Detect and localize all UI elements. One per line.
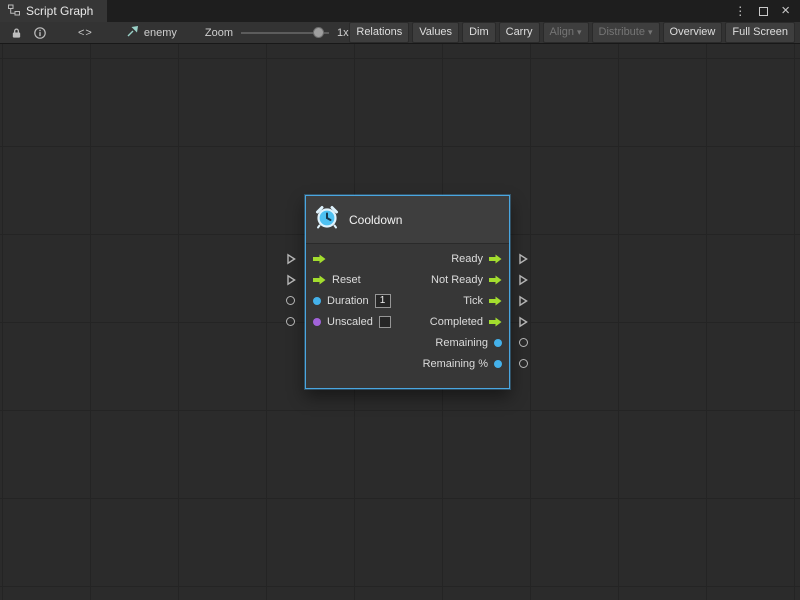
duration-input[interactable] bbox=[375, 294, 391, 308]
window-controls: ⋮ × bbox=[734, 4, 800, 18]
flow-arrow-icon bbox=[489, 254, 502, 264]
external-flow-input-marker[interactable] bbox=[286, 253, 296, 265]
flow-arrow-icon bbox=[489, 275, 502, 285]
value-port-icon bbox=[313, 318, 321, 326]
cooldown-node[interactable]: Cooldown Ready bbox=[305, 195, 510, 389]
full-screen-button[interactable]: Full Screen bbox=[725, 22, 795, 43]
zoom-control: Zoom 1x bbox=[205, 22, 349, 43]
value-port-icon bbox=[313, 297, 321, 305]
script-graph-window: Script Graph ⋮ × <> bbox=[0, 0, 800, 600]
overview-button[interactable]: Overview bbox=[663, 22, 723, 43]
external-flow-output-marker[interactable] bbox=[518, 316, 528, 328]
external-value-output-marker[interactable] bbox=[519, 338, 528, 347]
distribute-button: Distribute ▾ bbox=[592, 22, 660, 43]
node-title: Cooldown bbox=[349, 213, 402, 227]
node-port-row: Duration Tick bbox=[306, 290, 509, 311]
pointer-icon bbox=[127, 25, 139, 40]
flow-arrow-icon bbox=[489, 296, 502, 306]
external-flow-output-marker[interactable] bbox=[518, 274, 528, 286]
chevron-down-icon: ▾ bbox=[577, 26, 582, 39]
zoom-value: 1x bbox=[337, 27, 349, 39]
values-button[interactable]: Values bbox=[412, 22, 459, 43]
unscaled-checkbox[interactable] bbox=[379, 316, 391, 328]
value-port-icon bbox=[494, 339, 502, 347]
value-input-port[interactable]: Unscaled bbox=[313, 316, 391, 328]
chevron-down-icon: ▾ bbox=[648, 26, 653, 39]
value-output-port[interactable]: Remaining bbox=[435, 337, 502, 349]
node-port-row: Remaining bbox=[306, 332, 509, 353]
node-header[interactable]: Cooldown bbox=[306, 196, 509, 244]
flow-output-port[interactable]: Completed bbox=[430, 316, 502, 328]
value-port-icon bbox=[494, 360, 502, 368]
title-bar: Script Graph ⋮ × bbox=[0, 0, 800, 22]
flow-arrow-icon bbox=[313, 275, 326, 285]
flow-input-port[interactable]: Reset bbox=[313, 274, 361, 286]
external-flow-output-marker[interactable] bbox=[518, 295, 528, 307]
zoom-slider-knob[interactable] bbox=[313, 27, 324, 38]
flow-arrow-icon bbox=[489, 317, 502, 327]
tab-label: Script Graph bbox=[26, 4, 93, 18]
graph-canvas[interactable]: Cooldown Ready bbox=[0, 44, 800, 600]
node-port-row: Unscaled Completed bbox=[306, 311, 509, 332]
carry-button[interactable]: Carry bbox=[499, 22, 540, 43]
maximize-icon[interactable] bbox=[759, 7, 768, 16]
external-value-input-marker[interactable] bbox=[286, 317, 295, 326]
code-view-icon[interactable]: <> bbox=[78, 27, 93, 39]
tab-script-graph[interactable]: Script Graph bbox=[0, 0, 107, 22]
kebab-menu-icon[interactable]: ⋮ bbox=[734, 5, 746, 17]
flow-arrow-icon bbox=[313, 254, 326, 264]
node-port-row: Remaining % bbox=[306, 353, 509, 374]
close-icon[interactable]: × bbox=[781, 4, 790, 18]
external-value-input-marker[interactable] bbox=[286, 296, 295, 305]
zoom-slider[interactable] bbox=[241, 22, 329, 43]
node-port-row: Reset Not Ready bbox=[306, 269, 509, 290]
node-port-row: Ready bbox=[306, 248, 509, 269]
graph-toolbar: <> enemy Zoom 1x Relations Values Dim Ca… bbox=[0, 22, 800, 44]
flow-output-port[interactable]: Ready bbox=[451, 253, 502, 265]
lock-icon[interactable] bbox=[4, 22, 28, 43]
graph-target[interactable]: enemy bbox=[127, 25, 177, 40]
node-body: Ready bbox=[306, 244, 509, 388]
flow-output-port[interactable]: Not Ready bbox=[431, 274, 502, 286]
external-flow-input-marker[interactable] bbox=[286, 274, 296, 286]
dim-button[interactable]: Dim bbox=[462, 22, 496, 43]
value-output-port[interactable]: Remaining % bbox=[423, 358, 502, 370]
info-icon[interactable] bbox=[28, 22, 52, 43]
graph-target-label: enemy bbox=[144, 27, 177, 39]
align-button: Align ▾ bbox=[543, 22, 589, 43]
external-flow-output-marker[interactable] bbox=[518, 253, 528, 265]
value-input-port[interactable]: Duration bbox=[313, 294, 391, 308]
toolbar-buttons: Relations Values Dim Carry Align ▾ Distr… bbox=[349, 22, 796, 43]
zoom-label: Zoom bbox=[205, 27, 233, 39]
script-graph-icon bbox=[8, 4, 20, 19]
external-value-output-marker[interactable] bbox=[519, 359, 528, 368]
flow-input-port[interactable] bbox=[313, 254, 332, 264]
relations-button[interactable]: Relations bbox=[349, 22, 409, 43]
flow-output-port[interactable]: Tick bbox=[463, 295, 502, 307]
alarm-clock-icon bbox=[314, 204, 340, 235]
